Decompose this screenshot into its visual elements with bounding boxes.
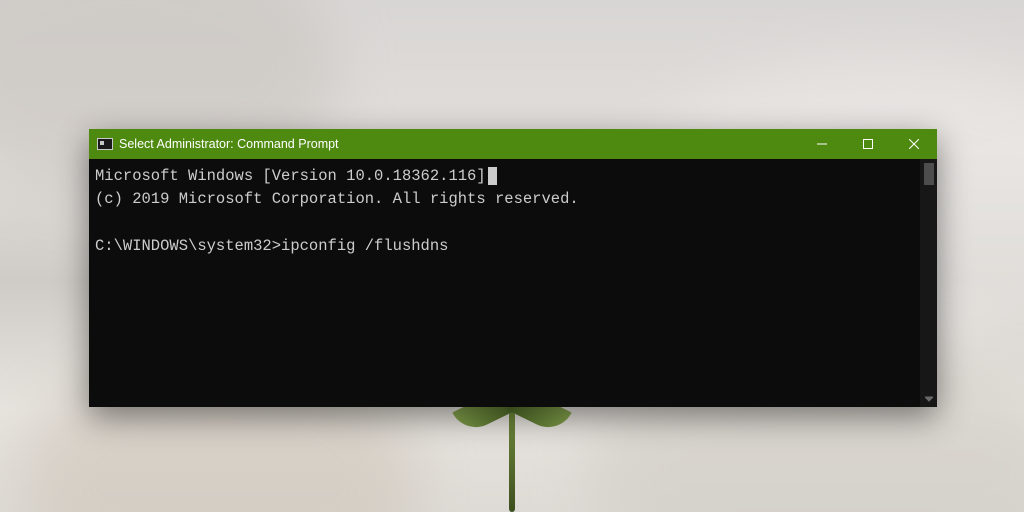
terminal-copyright-line: (c) 2019 Microsoft Corporation. All righ… <box>95 188 933 211</box>
window-title: Select Administrator: Command Prompt <box>119 137 799 151</box>
close-button[interactable] <box>891 129 937 159</box>
scrollbar-down-arrow-icon[interactable] <box>920 390 937 407</box>
maximize-button[interactable] <box>845 129 891 159</box>
minimize-button[interactable] <box>799 129 845 159</box>
terminal-body[interactable]: Microsoft Windows [Version 10.0.18362.11… <box>89 159 937 407</box>
title-bar[interactable]: Select Administrator: Command Prompt <box>89 129 937 159</box>
scrollbar-track[interactable] <box>920 159 937 407</box>
command-prompt-window[interactable]: Select Administrator: Command Prompt Mic… <box>89 129 937 407</box>
desktop-wallpaper-sprout <box>509 412 515 512</box>
terminal-command-input[interactable]: ipconfig /flushdns <box>281 237 448 255</box>
terminal-version-line: Microsoft Windows [Version 10.0.18362.11… <box>95 167 486 185</box>
text-cursor <box>488 167 497 185</box>
cmd-icon <box>97 138 113 150</box>
terminal-blank-line <box>95 212 933 235</box>
terminal-prompt: C:\WINDOWS\system32> <box>95 237 281 255</box>
scrollbar-thumb[interactable] <box>924 163 934 185</box>
